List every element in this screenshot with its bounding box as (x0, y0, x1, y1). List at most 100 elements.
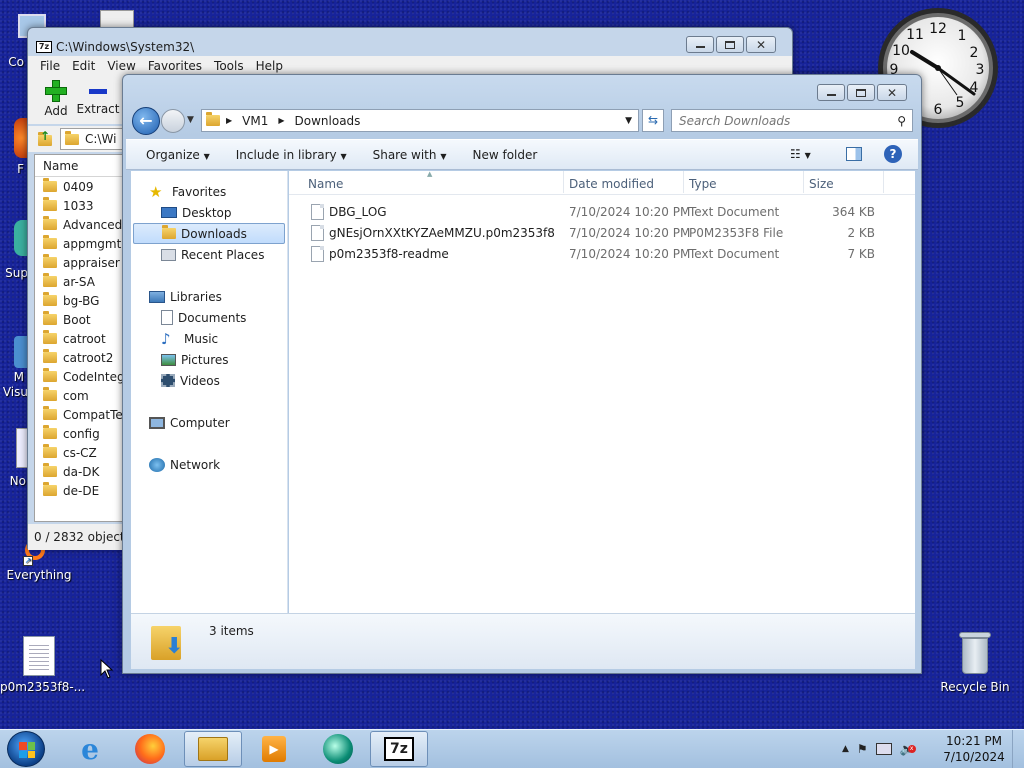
taskbar-app[interactable] (310, 731, 366, 767)
file-row[interactable]: gNEsjOrnXXtKYZAeMMZU.p0m2353f8 7/10/2024… (289, 223, 889, 243)
close-button[interactable]: ✕ (877, 84, 907, 101)
nav-downloads[interactable]: Downloads (133, 223, 285, 244)
svg-text:6: 6 (934, 102, 943, 118)
menu-view[interactable]: View (101, 59, 141, 73)
taskbar-7zip[interactable]: 7z (370, 731, 428, 767)
extract-button[interactable]: Extract (76, 80, 120, 116)
taskbar-media-player[interactable]: ▶ (246, 731, 302, 767)
show-desktop-button[interactable] (1012, 730, 1024, 768)
nav-libraries[interactable]: Libraries (131, 286, 287, 307)
include-in-library-button[interactable]: Include in library ▼ (236, 148, 347, 162)
folder-icon (43, 254, 57, 268)
network-tray-icon[interactable] (875, 743, 892, 755)
taskbar-firefox[interactable] (122, 731, 178, 767)
folder-name: config (63, 426, 100, 441)
desktop-partial-label: F (17, 162, 24, 176)
recent-pages-dropdown[interactable]: ▼ (187, 115, 194, 125)
desktop-icon-recycle-bin[interactable]: Recycle Bin (936, 632, 1014, 694)
maximize-button[interactable] (847, 84, 875, 101)
system-tray: ▲ ⚑ 🔈x (842, 733, 938, 765)
folder-name: cs-CZ (63, 445, 97, 460)
nav-music[interactable]: ♪ Music (131, 328, 287, 349)
nav-recent-places[interactable]: Recent Places (131, 244, 287, 265)
details-pane: ⬇ 3 items (131, 613, 915, 669)
close-button[interactable]: ✕ (746, 36, 776, 53)
view-options-button[interactable]: ☷ ▼ (790, 147, 811, 161)
file-row[interactable]: DBG_LOG 7/10/2024 10:20 PM Text Document… (289, 202, 889, 222)
file-date: 7/10/2024 10:20 PM (569, 247, 691, 261)
menu-tools[interactable]: Tools (208, 59, 250, 73)
file-type: P0M2353F8 File (689, 226, 784, 240)
add-button[interactable]: Add (38, 80, 74, 118)
column-size[interactable]: Size (809, 177, 834, 191)
svg-text:1: 1 (958, 28, 967, 44)
search-box[interactable]: ⚲ (671, 109, 913, 132)
menu-favorites[interactable]: Favorites (142, 59, 208, 73)
folder-name: de-DE (63, 483, 100, 498)
column-name[interactable]: Name (308, 177, 343, 191)
svg-text:10: 10 (892, 43, 910, 59)
recent-places-icon (161, 248, 176, 261)
file-name: DBG_LOG (329, 205, 387, 219)
search-input[interactable] (679, 113, 879, 128)
column-date-modified[interactable]: Date modified (569, 177, 654, 191)
minimize-button[interactable] (686, 36, 714, 53)
address-bar[interactable]: ▶ VM1 ▶ Downloads ▼ (201, 109, 639, 132)
refresh-button[interactable]: ⇆ (642, 109, 664, 132)
column-type[interactable]: Type (689, 177, 717, 191)
menu-edit[interactable]: Edit (66, 59, 101, 73)
back-button[interactable]: ← (132, 107, 160, 135)
organize-button[interactable]: Organize ▼ (146, 148, 210, 162)
folder-name: CompatTel (63, 407, 127, 422)
desktop-icon-readme-file[interactable]: p0m2353f8-... (0, 636, 85, 694)
nav-desktop[interactable]: Desktop (131, 202, 287, 223)
folder-icon (43, 387, 57, 401)
plus-icon (45, 80, 67, 102)
taskbar-explorer[interactable] (184, 731, 242, 767)
nav-computer[interactable]: Computer (131, 412, 287, 433)
share-with-button[interactable]: Share with ▼ (373, 148, 447, 162)
nav-network[interactable]: Network (131, 454, 287, 475)
menu-help[interactable]: Help (250, 59, 289, 73)
breadcrumb-vm1[interactable]: VM1 (242, 114, 268, 128)
address-dropdown-icon[interactable]: ▼ (625, 116, 632, 126)
taskbar-ie[interactable]: e (62, 731, 118, 767)
show-hidden-icons-icon[interactable]: ▲ (842, 744, 849, 754)
maximize-button[interactable] (716, 36, 744, 53)
windows-logo-icon (19, 742, 35, 758)
folder-icon (43, 197, 57, 211)
new-folder-button[interactable]: New folder (472, 148, 537, 162)
back-arrow-icon: ← (139, 111, 153, 130)
action-center-flag-icon[interactable]: ⚑ (857, 742, 868, 756)
file-row[interactable]: p0m2353f8-readme 7/10/2024 10:20 PM Text… (289, 244, 889, 264)
folder-name: catroot2 (63, 350, 114, 365)
folder-icon (43, 406, 57, 420)
nav-videos[interactable]: Videos (131, 370, 287, 391)
nav-pictures[interactable]: Pictures (131, 349, 287, 370)
file-name: p0m2353f8-readme (329, 247, 449, 261)
refresh-icon: ⇆ (647, 113, 659, 127)
nav-documents[interactable]: Documents (131, 307, 287, 328)
file-list[interactable]: Name ▲ Date modified Type Size DBG_LOG 7… (289, 170, 915, 613)
maximize-icon (856, 88, 866, 97)
internet-explorer-icon: e (81, 732, 99, 766)
volume-muted-icon[interactable]: 🔈x (900, 742, 916, 756)
start-button[interactable] (7, 731, 45, 767)
explorer-window[interactable]: ✕ ← ▼ ▶ VM1 ▶ Downloads ▼ ⇆ ⚲ Organize ▼… (122, 74, 922, 674)
menu-file[interactable]: File (34, 59, 66, 73)
add-label: Add (44, 104, 68, 118)
help-button[interactable]: ? (884, 145, 902, 163)
7zip-title-bar[interactable]: 7z C:\Windows\System32\ (28, 28, 792, 58)
folder-name: appraiser (63, 255, 120, 270)
breadcrumb-downloads[interactable]: Downloads (295, 114, 361, 128)
pictures-icon (161, 353, 176, 366)
close-icon: ✕ (755, 37, 767, 52)
time: 10:21 PM (946, 734, 1002, 748)
forward-button[interactable] (161, 109, 185, 133)
nav-favorites[interactable]: ★ Favorites (131, 181, 287, 202)
folder-icon (43, 482, 57, 496)
preview-pane-button[interactable] (846, 147, 862, 161)
clock-area[interactable]: 10:21 PM 7/10/2024 (940, 733, 1008, 765)
minimize-button[interactable] (817, 84, 845, 101)
up-folder-icon[interactable]: ↑ (36, 129, 54, 147)
